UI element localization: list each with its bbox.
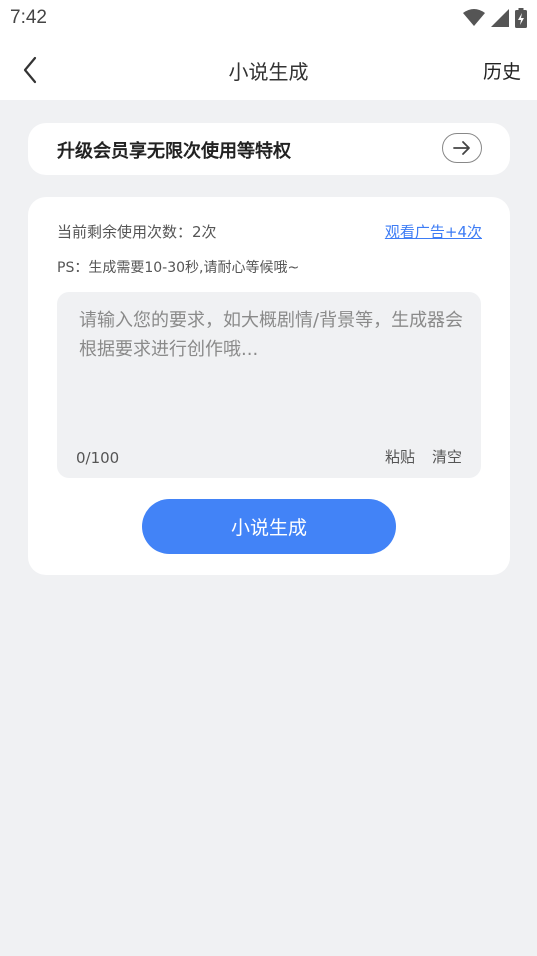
battery-icon bbox=[515, 8, 527, 28]
char-count: 0/100 bbox=[76, 449, 120, 467]
status-icons bbox=[463, 8, 527, 28]
watch-ad-link[interactable]: 观看广告+4次 bbox=[385, 221, 482, 242]
ps-note: PS：生成需要10-30秒,请耐心等候哦~ bbox=[57, 260, 300, 276]
app-header: 小说生成 历史 bbox=[0, 38, 537, 100]
vip-upgrade-banner[interactable]: 升级会员享无限次使用等特权 bbox=[28, 123, 510, 175]
wifi-icon bbox=[463, 9, 485, 26]
remaining-uses-text: 当前剩余使用次数：2次 bbox=[57, 223, 217, 241]
signal-icon bbox=[491, 9, 509, 27]
vip-banner-text: 升级会员享无限次使用等特权 bbox=[57, 141, 291, 162]
arrow-right-icon bbox=[453, 141, 470, 155]
vip-arrow-button[interactable] bbox=[442, 133, 482, 163]
requirement-input-box: 0/100 粘贴 清空 bbox=[57, 292, 481, 478]
generate-novel-button[interactable]: 小说生成 bbox=[142, 499, 396, 554]
paste-button[interactable]: 粘贴 bbox=[385, 446, 415, 467]
requirement-input[interactable] bbox=[79, 306, 465, 426]
page-title: 小说生成 bbox=[228, 60, 309, 84]
generator-card: 当前剩余使用次数：2次 观看广告+4次 PS：生成需要10-30秒,请耐心等候哦… bbox=[28, 197, 510, 575]
status-bar: 7:42 bbox=[0, 0, 537, 38]
status-time: 7:42 bbox=[10, 7, 47, 28]
history-button[interactable]: 历史 bbox=[483, 57, 521, 84]
clear-button[interactable]: 清空 bbox=[432, 446, 462, 467]
